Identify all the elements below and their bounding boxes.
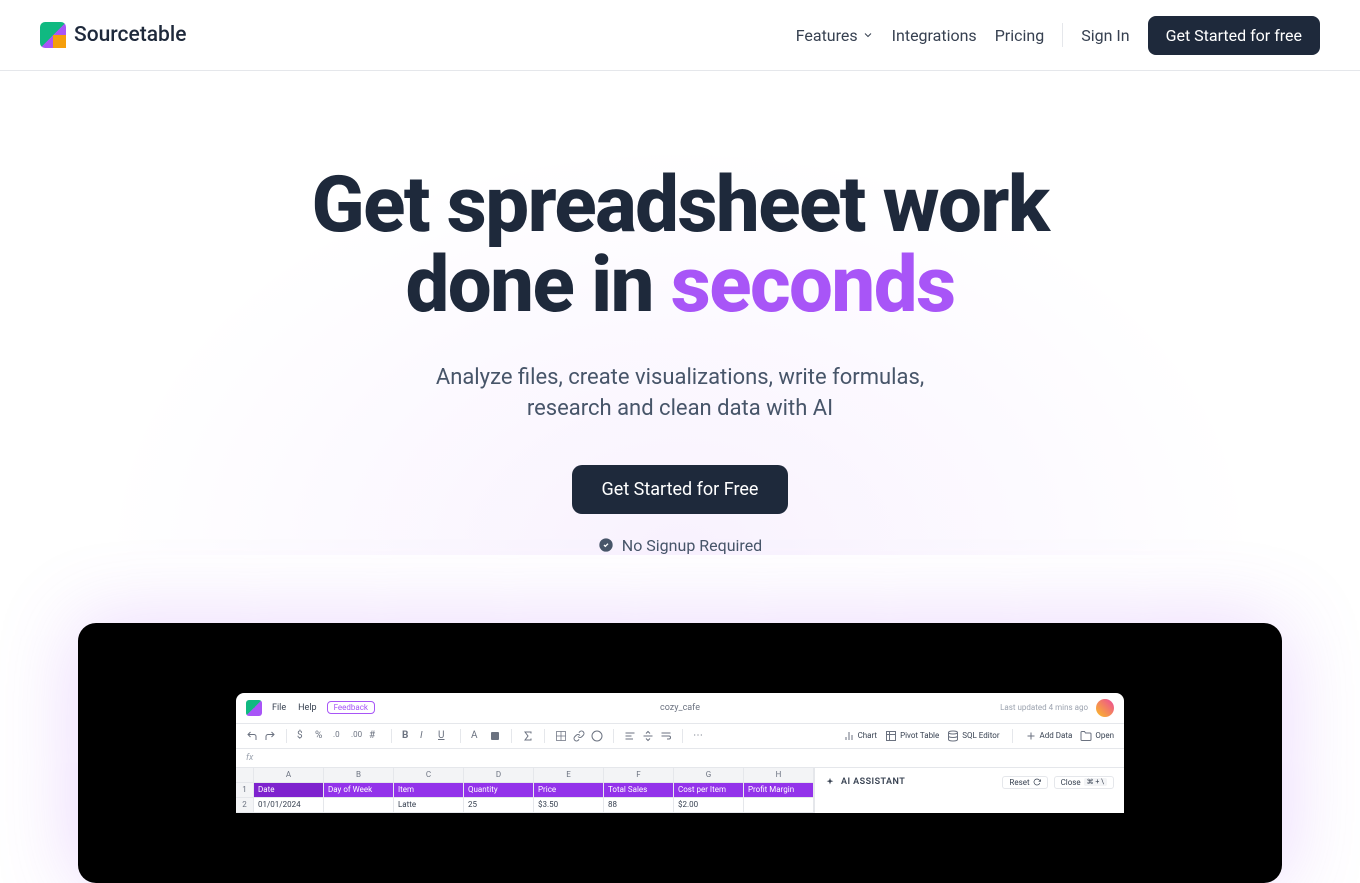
hero-section: Get spreadsheet work done in seconds Ana… xyxy=(0,71,1360,555)
reset-icon xyxy=(1033,778,1041,786)
header-price[interactable]: Price xyxy=(534,783,604,798)
app-header: File Help Feedback cozy_cafe Last update… xyxy=(236,693,1124,724)
sql-button[interactable]: SQL Editor xyxy=(947,730,999,742)
spreadsheet: A B C D E F G H 1 Date Day of Week Item … xyxy=(236,768,814,813)
sum-icon[interactable] xyxy=(522,730,534,742)
app-logo-icon xyxy=(246,700,262,716)
document-title: cozy_cafe xyxy=(660,703,700,713)
logo-icon xyxy=(40,22,66,48)
header-total[interactable]: Total Sales xyxy=(604,783,674,798)
ai-close-button[interactable]: Close ⌘ + \ xyxy=(1054,776,1114,789)
redo-icon[interactable] xyxy=(264,730,276,742)
italic-icon[interactable]: I xyxy=(420,730,432,742)
header-date[interactable]: Date xyxy=(254,783,324,798)
header-quantity[interactable]: Quantity xyxy=(464,783,534,798)
nav-cta-button[interactable]: Get Started for free xyxy=(1148,16,1320,55)
chevron-down-icon xyxy=(862,29,874,41)
add-data-button[interactable]: Add Data xyxy=(1025,730,1073,742)
folder-icon xyxy=(1080,730,1092,742)
data-row: 2 01/01/2024 Latte 25 $3.50 88 $2.00 xyxy=(236,798,814,813)
clear-format-icon[interactable] xyxy=(591,730,603,742)
app-preview: File Help Feedback cozy_cafe Last update… xyxy=(78,623,1282,883)
text-color-icon[interactable]: A xyxy=(471,730,483,742)
menu-help[interactable]: Help xyxy=(298,703,316,713)
cell[interactable] xyxy=(744,798,814,813)
cell[interactable]: 25 xyxy=(464,798,534,813)
user-avatar[interactable] xyxy=(1096,699,1114,717)
hero-note: No Signup Required xyxy=(0,536,1360,555)
sparkle-icon xyxy=(825,777,835,787)
col-C[interactable]: C xyxy=(394,768,464,783)
app-menu: File Help xyxy=(272,703,317,713)
hero-highlight: seconds xyxy=(671,240,955,331)
col-E[interactable]: E xyxy=(534,768,604,783)
hero-subtitle: Analyze files, create visualizations, wr… xyxy=(400,363,960,425)
ai-assistant-panel: AI ASSISTANT Reset Close ⌘ + \ xyxy=(814,768,1124,813)
more-icon[interactable]: ⋯ xyxy=(693,730,705,742)
cell[interactable]: $3.50 xyxy=(534,798,604,813)
column-headers: A B C D E F G H xyxy=(236,768,814,783)
header-day[interactable]: Day of Week xyxy=(324,783,394,798)
col-G[interactable]: G xyxy=(674,768,744,783)
align-vertical-icon[interactable] xyxy=(642,730,654,742)
logo[interactable]: Sourcetable xyxy=(40,22,186,48)
open-button[interactable]: Open xyxy=(1080,730,1114,742)
decimal-decrease-icon[interactable]: .0 xyxy=(333,730,345,742)
plus-icon xyxy=(1025,730,1037,742)
nav-integrations[interactable]: Integrations xyxy=(892,26,977,45)
hash-icon[interactable]: # xyxy=(369,730,381,742)
nav-features[interactable]: Features xyxy=(796,26,874,45)
feedback-button[interactable]: Feedback xyxy=(327,701,375,714)
header-item[interactable]: Item xyxy=(394,783,464,798)
col-F[interactable]: F xyxy=(604,768,674,783)
last-updated: Last updated 4 mins ago xyxy=(1000,703,1088,712)
nav-pricing[interactable]: Pricing xyxy=(995,26,1045,45)
pivot-icon xyxy=(885,730,897,742)
underline-icon[interactable]: U xyxy=(438,730,450,742)
nav-signin[interactable]: Sign In xyxy=(1081,26,1129,45)
ai-shortcut: ⌘ + \ xyxy=(1084,778,1107,786)
undo-icon[interactable] xyxy=(246,730,258,742)
pivot-button[interactable]: Pivot Table xyxy=(885,730,939,742)
currency-icon[interactable]: $ xyxy=(297,730,309,742)
hero-cta-button[interactable]: Get Started for Free xyxy=(572,465,789,514)
col-B[interactable]: B xyxy=(324,768,394,783)
formula-bar[interactable]: fx xyxy=(236,749,1124,768)
header-margin[interactable]: Profit Margin xyxy=(744,783,814,798)
database-icon xyxy=(947,730,959,742)
wrap-text-icon[interactable] xyxy=(660,730,672,742)
col-H[interactable]: H xyxy=(744,768,814,783)
cell[interactable]: 88 xyxy=(604,798,674,813)
chart-icon xyxy=(843,730,855,742)
cell[interactable]: 01/01/2024 xyxy=(254,798,324,813)
col-D[interactable]: D xyxy=(464,768,534,783)
check-circle-icon xyxy=(598,537,614,553)
logo-text: Sourcetable xyxy=(74,23,186,47)
main-navigation: Sourcetable Features Integrations Pricin… xyxy=(0,0,1360,71)
border-icon[interactable] xyxy=(555,730,567,742)
cell[interactable]: Latte xyxy=(394,798,464,813)
menu-file[interactable]: File xyxy=(272,703,286,713)
app-toolbar: $ % .0 .00 # B I U A xyxy=(236,724,1124,749)
decimal-increase-icon[interactable]: .00 xyxy=(351,730,363,742)
cell[interactable]: $2.00 xyxy=(674,798,744,813)
cell[interactable] xyxy=(324,798,394,813)
ai-reset-button[interactable]: Reset xyxy=(1002,776,1047,789)
ai-title: AI ASSISTANT xyxy=(825,777,905,787)
percent-icon[interactable]: % xyxy=(315,730,327,742)
chart-button[interactable]: Chart xyxy=(843,730,878,742)
col-A[interactable]: A xyxy=(254,768,324,783)
formula-prefix: fx xyxy=(246,753,253,763)
app-window: File Help Feedback cozy_cafe Last update… xyxy=(236,693,1124,813)
data-header-row: 1 Date Day of Week Item Quantity Price T… xyxy=(236,783,814,798)
bold-icon[interactable]: B xyxy=(402,730,414,742)
fill-color-icon[interactable] xyxy=(489,730,501,742)
header-cost[interactable]: Cost per Item xyxy=(674,783,744,798)
nav-links: Features Integrations Pricing Sign In Ge… xyxy=(796,16,1320,55)
workspace: A B C D E F G H 1 Date Day of Week Item … xyxy=(236,768,1124,813)
nav-divider xyxy=(1062,23,1063,47)
align-left-icon[interactable] xyxy=(624,730,636,742)
link-icon[interactable] xyxy=(573,730,585,742)
hero-title: Get spreadsheet work done in seconds xyxy=(0,166,1360,325)
